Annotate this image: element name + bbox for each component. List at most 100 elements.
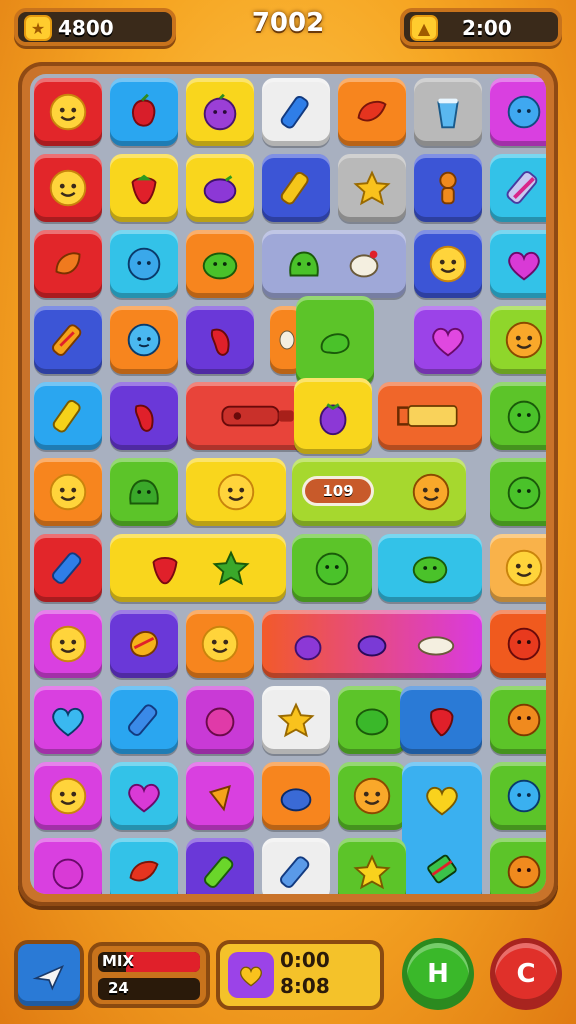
tile-magenta-smiley[interactable] <box>34 762 102 830</box>
time-line-1: 0:00 <box>280 948 330 972</box>
tile-white-bottle[interactable] <box>262 838 330 894</box>
tile-red-leaf[interactable] <box>34 230 102 298</box>
tile-green-smiley[interactable] <box>338 762 406 830</box>
tile-blue-berry[interactable] <box>110 78 178 146</box>
bottle-icon <box>280 171 309 205</box>
tile-indigo-pepper[interactable] <box>186 306 254 374</box>
tile-green-slime[interactable] <box>292 534 372 602</box>
slime-icon <box>507 400 541 434</box>
smiley-icon <box>49 473 87 511</box>
tile-red-bottle[interactable] <box>34 534 102 602</box>
candy-icon <box>52 324 82 356</box>
tile-green-face[interactable] <box>490 838 546 894</box>
ghost-icon <box>349 250 379 278</box>
tile-gray-slime-wide[interactable] <box>262 230 406 298</box>
tile-teal-special-tall[interactable] <box>402 762 482 894</box>
tile-white-bottle[interactable] <box>262 78 330 146</box>
tile-navy-candy[interactable] <box>34 306 102 374</box>
slime-icon <box>202 252 238 280</box>
bottle-icon <box>128 704 158 736</box>
orb-icon <box>127 323 161 357</box>
mix-panel: MIX 24 <box>88 942 210 1008</box>
tile-blue-bottle[interactable] <box>110 686 178 754</box>
star-icon <box>353 170 391 206</box>
smiley-icon <box>353 777 391 815</box>
tile-orange-slime[interactable] <box>186 230 254 298</box>
tile-lime-smiley[interactable] <box>490 306 546 374</box>
tile-red-smiley[interactable] <box>34 78 102 146</box>
tile-magenta-orb[interactable] <box>490 78 546 146</box>
tile-green-face[interactable] <box>490 686 546 754</box>
tile-magenta-plum[interactable] <box>34 838 102 894</box>
tile-gray-cup[interactable] <box>414 78 482 146</box>
tile-yellow-eggplant[interactable] <box>294 378 372 454</box>
tile-green-slime[interactable] <box>338 686 406 754</box>
tile-orange-sign-wide[interactable] <box>378 382 482 450</box>
tile-gray-star[interactable] <box>338 154 406 222</box>
slime-icon <box>289 251 319 277</box>
tile-green-slime-tall[interactable] <box>296 296 374 386</box>
plum-icon <box>203 93 237 131</box>
tile-yellow-fruit-wide[interactable] <box>110 534 286 602</box>
tile-teal-candy[interactable] <box>490 154 546 222</box>
leaf-icon <box>357 100 387 122</box>
timer-value: 2:00 <box>462 16 512 40</box>
tile-teal-leaf[interactable] <box>110 838 178 894</box>
tile-yellow-eggplant[interactable] <box>186 154 254 222</box>
tile-green-star[interactable] <box>338 838 406 894</box>
tile-indigo-bottle[interactable] <box>186 838 254 894</box>
cup-icon <box>437 98 459 129</box>
smiley-icon <box>412 473 450 511</box>
time-line-2: 8:08 <box>280 974 330 998</box>
smiley-icon <box>49 169 87 207</box>
tile-yellow-plum[interactable] <box>186 78 254 146</box>
tile-orange-smiley[interactable] <box>186 610 254 678</box>
tile-orange-leaf[interactable] <box>338 78 406 146</box>
tile-teal-heart[interactable] <box>110 762 178 830</box>
slime-icon <box>129 479 159 505</box>
tile-lime-powerup-wide[interactable]: 109 <box>292 458 466 526</box>
mix-bar: MIX <box>98 952 200 972</box>
tile-gradient-combo-wide[interactable] <box>262 610 482 678</box>
tile-navy-bottle[interactable] <box>262 154 330 222</box>
tile-navy-figure[interactable] <box>414 154 482 222</box>
tile-orange-orb[interactable] <box>110 306 178 374</box>
face-icon <box>507 703 541 737</box>
tile-magenta-carrot[interactable] <box>186 762 254 830</box>
tile-orange-eggplant[interactable] <box>262 762 330 830</box>
tile-teal-heart[interactable] <box>490 230 546 298</box>
tile-peach-smiley[interactable] <box>490 534 546 602</box>
tile-green-orb[interactable] <box>490 762 546 830</box>
tile-green-slime[interactable] <box>110 458 178 526</box>
tile-indigo-candy[interactable] <box>110 610 178 678</box>
tile-yellow-strawberry[interactable] <box>110 154 178 222</box>
tile-indigo-pepper[interactable] <box>110 382 178 450</box>
tile-navy-berry[interactable] <box>400 686 482 754</box>
orb-icon <box>507 95 541 129</box>
bottle-icon <box>280 856 310 888</box>
tile-white-star[interactable] <box>262 686 330 754</box>
refresh-button[interactable]: C <box>490 938 562 1010</box>
tile-yellow-smiley-wide[interactable] <box>186 458 286 526</box>
star-icon <box>212 550 250 586</box>
tile-orange-smiley[interactable] <box>34 458 102 526</box>
booster-button[interactable] <box>14 940 84 1010</box>
hint-button[interactable]: H <box>402 938 474 1010</box>
tile-magenta-heart[interactable] <box>34 686 102 754</box>
tile-magenta-smiley[interactable] <box>34 610 102 678</box>
tile-magenta-orb[interactable] <box>186 686 254 754</box>
mix-bar-fill <box>126 952 200 972</box>
tile-purple-heart[interactable] <box>414 306 482 374</box>
tile-blue-bottle[interactable] <box>34 382 102 450</box>
tile-teal-orb[interactable] <box>110 230 178 298</box>
eggplant-icon <box>203 175 237 204</box>
tile-green-slime[interactable] <box>490 382 546 450</box>
tile-navy-smiley[interactable] <box>414 230 482 298</box>
tile-teal-slime-wide[interactable] <box>378 534 482 602</box>
orb-icon <box>507 779 541 813</box>
tile-green-slime[interactable] <box>490 458 546 526</box>
bottle-icon <box>204 856 234 888</box>
face-icon <box>507 627 541 661</box>
tile-red-smiley[interactable] <box>34 154 102 222</box>
tile-orange-face[interactable] <box>490 610 546 678</box>
